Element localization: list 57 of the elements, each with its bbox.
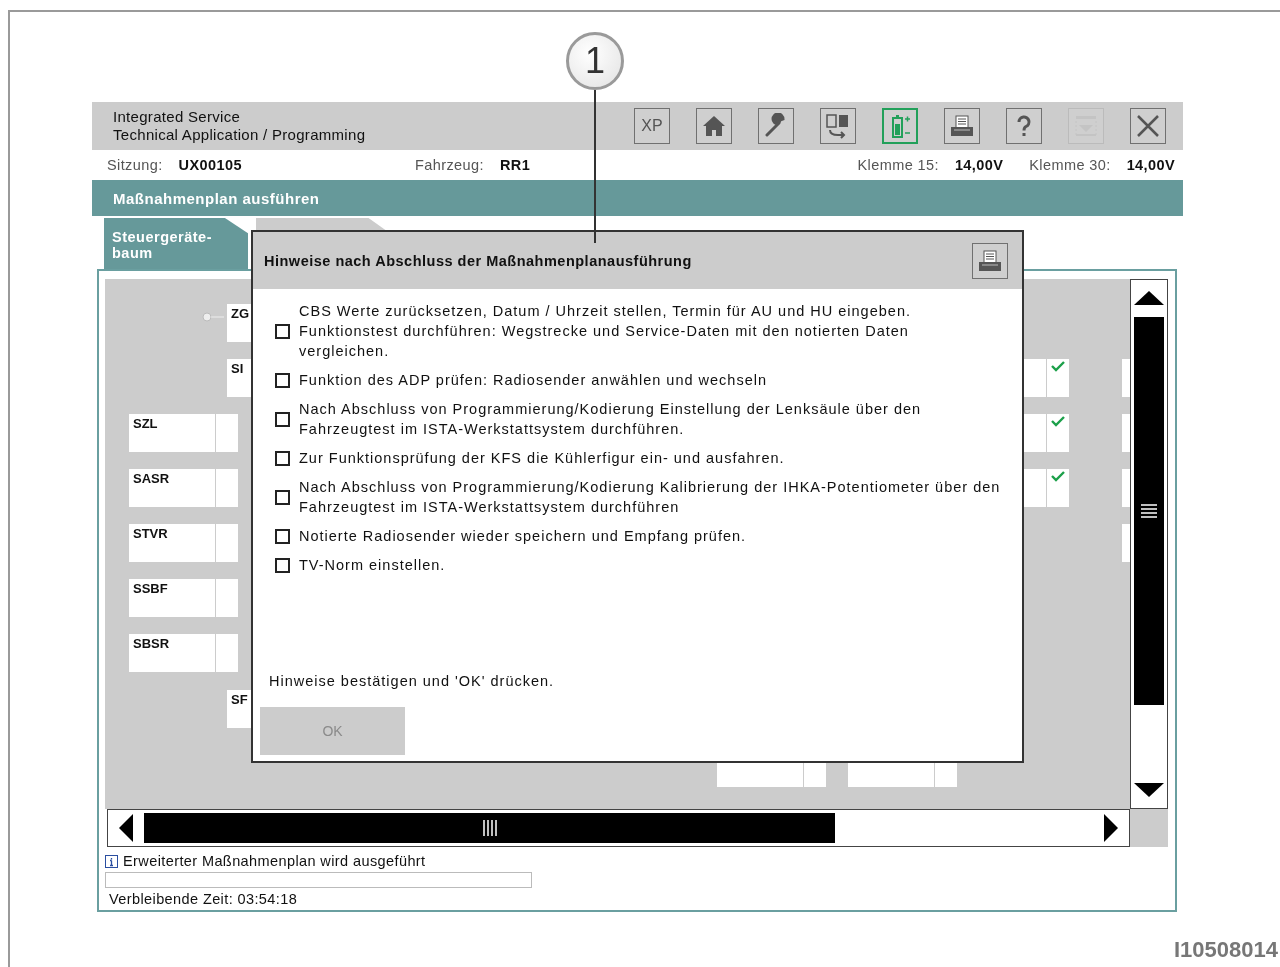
instruction-text: Hinweise bestätigen und 'OK' drücken. — [269, 673, 555, 689]
scroll-thumb[interactable] — [144, 813, 835, 843]
checkbox[interactable] — [275, 489, 290, 505]
up-triangle-icon — [1134, 291, 1164, 305]
help-button[interactable] — [1006, 108, 1042, 144]
status-message: Erweiterter Maßnahmenplan wird ausgeführt — [123, 853, 426, 869]
notice-text: Zur Funktionsprüfung der KFS die Kühlerfigur ein- und ausfahren. — [299, 449, 786, 468]
swap-icon — [825, 113, 851, 139]
figure-id: I10508014 — [1174, 937, 1278, 963]
notice-text: Notierte Radiosender wieder speichern und Empfang prüfen. — [299, 527, 748, 546]
notice-text: Nach Abschluss von Programmierung/Kodierung Einstellung der Lenksäule über den Fahrzeugtest im ISTA-Werkstattsystem durchführen. — [299, 400, 923, 439]
info-value: UX00105 — [178, 157, 242, 173]
down-triangle-icon — [1134, 783, 1164, 797]
swap-button[interactable] — [820, 108, 856, 144]
right-triangle-icon — [1104, 814, 1118, 842]
check-icon — [1051, 471, 1065, 482]
grip-icon — [482, 820, 497, 836]
home-icon — [701, 113, 727, 139]
info-value: RR1 — [499, 157, 531, 173]
connector-dot-icon — [202, 312, 224, 322]
info-value: 14,00V — [1126, 157, 1175, 173]
vertical-scrollbar[interactable] — [1130, 279, 1168, 809]
checkbox[interactable] — [275, 411, 290, 427]
grip-icon — [1141, 504, 1157, 518]
info-label: Klemme 15: — [857, 157, 939, 173]
printer-icon — [977, 247, 1003, 274]
check-icon — [1051, 361, 1065, 372]
xp-button[interactable]: XP — [634, 108, 670, 144]
wrench-button[interactable] — [758, 108, 794, 144]
info-label: Fahrzeug: — [415, 157, 484, 173]
remaining-time: Verbleibende Zeit: 03:54:18 — [108, 891, 299, 907]
app-title: Integrated Service Technical Application / Programming — [113, 108, 366, 144]
checkbox[interactable] — [275, 450, 290, 466]
close-button[interactable] — [1130, 108, 1166, 144]
home-button[interactable] — [696, 108, 732, 144]
notice-text: TV-Norm einstellen. — [299, 556, 447, 575]
checkbox[interactable] — [275, 557, 290, 573]
print-button[interactable] — [972, 242, 1008, 279]
dialog-title: Hinweise nach Abschluss der Maßnahmenplanausführung — [264, 252, 692, 269]
check-icon — [1051, 416, 1065, 427]
printer-icon — [949, 113, 975, 139]
scroll-thumb[interactable] — [1134, 317, 1164, 705]
checkbox[interactable] — [275, 323, 290, 339]
print-button[interactable] — [944, 108, 980, 144]
checkbox[interactable] — [275, 528, 290, 544]
checkbox[interactable] — [275, 372, 290, 388]
left-triangle-icon — [119, 814, 133, 842]
info-label: Sitzung: — [107, 157, 163, 173]
section-title: Maßnahmenplan ausführen — [92, 180, 1183, 216]
info-label: Klemme 30: — [1029, 157, 1111, 173]
notice-text: Nach Abschluss von Programmierung/Kodierung Kalibrierung der IHKA-Potentiometer über den Fahrzeugtest im ISTA-Werkstattsystem durchführen — [299, 478, 1002, 517]
callout-number: 1 — [566, 32, 624, 90]
close-icon — [1135, 113, 1161, 139]
info-icon — [105, 854, 118, 868]
scrollbar-corner — [1130, 809, 1168, 847]
horizontal-scrollbar[interactable] — [107, 809, 1130, 847]
info-value: 14,00V — [954, 157, 1004, 173]
